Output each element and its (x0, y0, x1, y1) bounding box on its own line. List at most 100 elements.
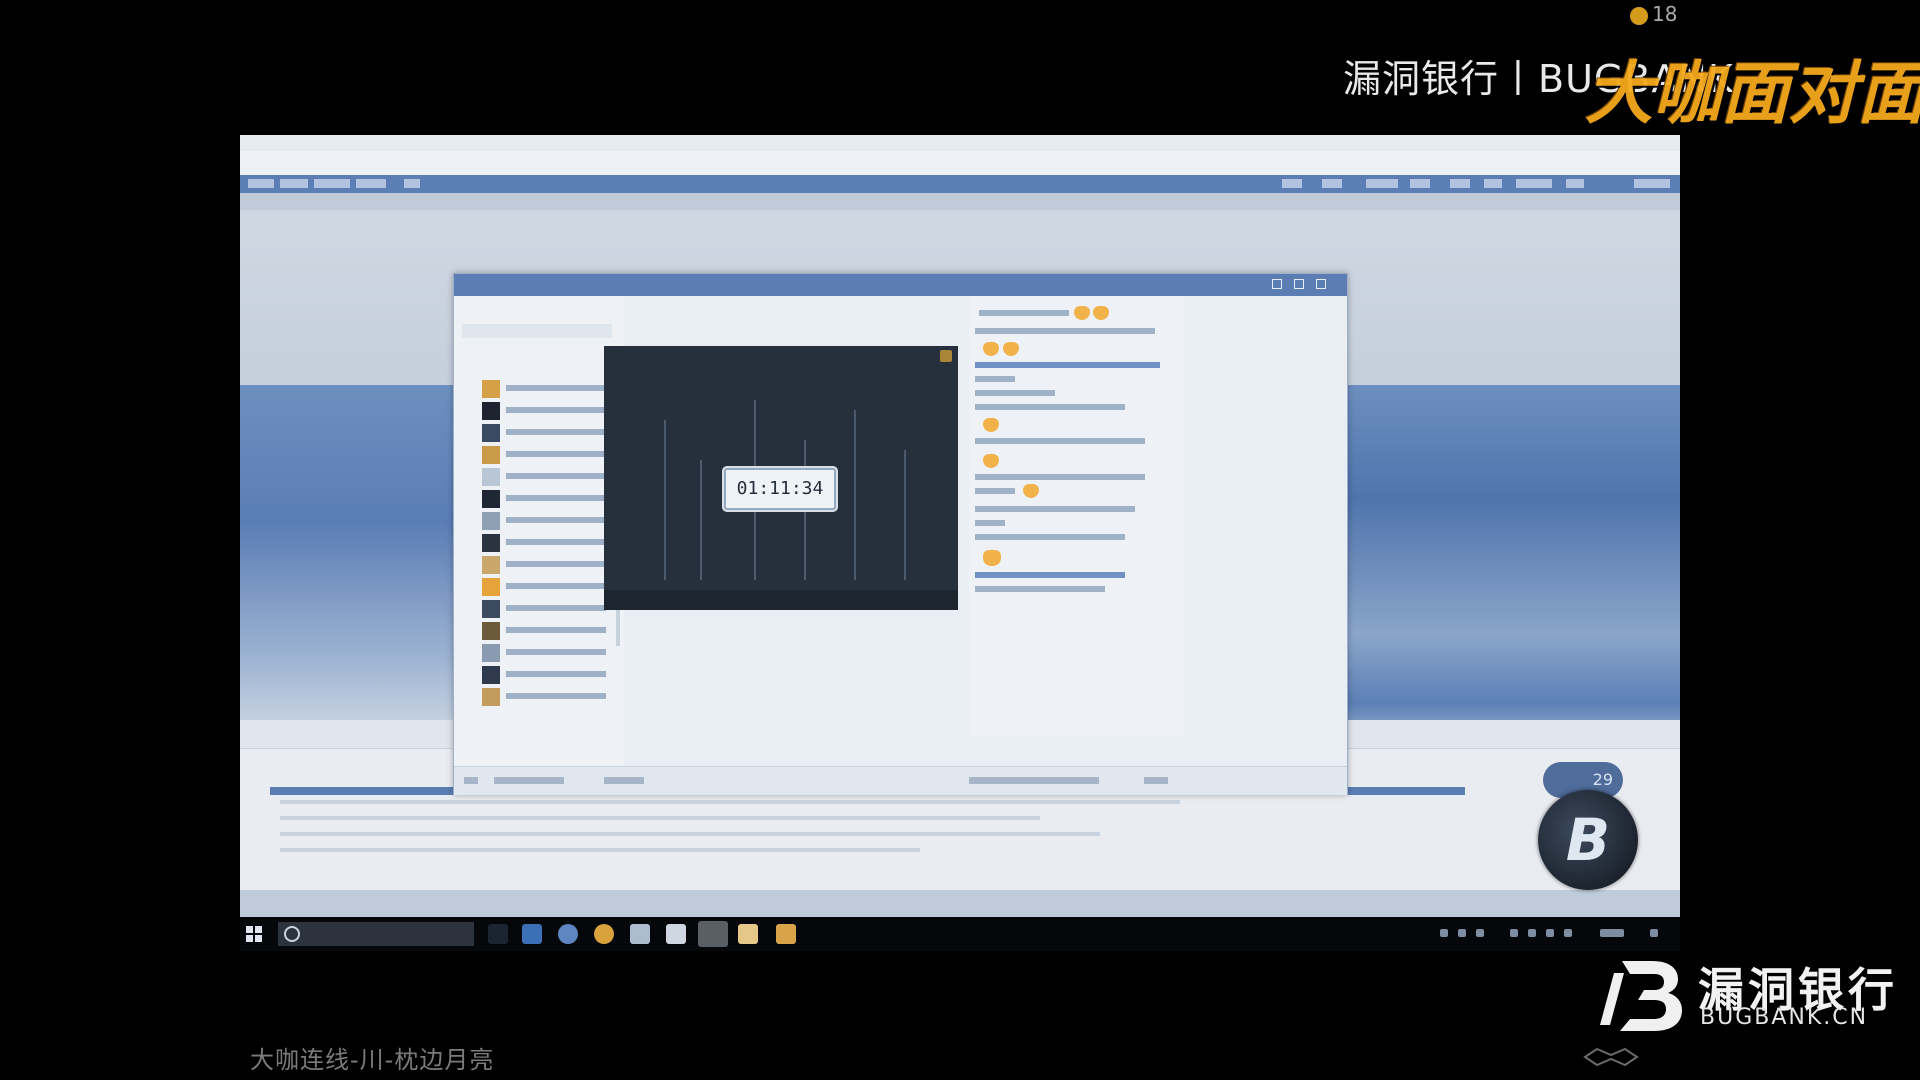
message-text (975, 506, 1135, 512)
folder-icon[interactable] (776, 924, 796, 944)
thumbs-up-icon (1003, 342, 1019, 356)
video-artifact (804, 440, 806, 580)
tray-icon[interactable] (1510, 929, 1518, 937)
member-item[interactable] (482, 488, 622, 510)
nav-item[interactable] (1634, 179, 1670, 188)
viewer-count: 18 (1652, 2, 1678, 26)
code-line (280, 848, 920, 852)
member-item[interactable] (482, 400, 622, 422)
chat-titlebar[interactable] (454, 274, 1347, 296)
video-artifact (854, 410, 856, 580)
message-text (975, 474, 1145, 480)
tray-icon[interactable] (1458, 929, 1466, 937)
message-text (975, 404, 1125, 410)
input-tool[interactable] (604, 777, 644, 784)
call-timer: 01:11:34 (724, 468, 836, 510)
input-tool[interactable] (494, 777, 564, 784)
tray-icon[interactable] (1528, 929, 1536, 937)
tray-icon[interactable] (1440, 929, 1448, 937)
video-control-bar[interactable] (604, 590, 958, 610)
nav-item[interactable] (1450, 179, 1470, 188)
chat-input-bar[interactable] (454, 766, 1347, 795)
nav-item[interactable] (1366, 179, 1398, 188)
browser-address-bar[interactable] (240, 151, 1680, 176)
nav-item[interactable] (1484, 179, 1502, 188)
member-item[interactable] (482, 686, 622, 708)
bugbank-logo-icon (1600, 961, 1682, 1031)
tray-icon[interactable] (1546, 929, 1554, 937)
member-item[interactable] (482, 510, 622, 532)
taskbar-search-box[interactable] (278, 922, 474, 946)
viewer-counter: 18 (1630, 2, 1690, 28)
notes-icon[interactable] (738, 924, 758, 944)
tray-icon[interactable] (1564, 929, 1572, 937)
message-text (975, 586, 1105, 592)
nav-item[interactable] (280, 179, 308, 188)
browser-nav-bar[interactable] (240, 175, 1680, 193)
message-text (979, 310, 1069, 316)
close-icon[interactable] (1316, 279, 1326, 289)
member-item[interactable] (482, 576, 622, 598)
send-button[interactable] (1144, 777, 1168, 784)
notification-icon[interactable] (1650, 929, 1658, 937)
nav-item[interactable] (404, 179, 420, 188)
nav-item[interactable] (1322, 179, 1342, 188)
member-item[interactable] (482, 620, 622, 642)
chat-input-field[interactable] (969, 777, 1099, 784)
code-line (280, 832, 1100, 836)
nav-item[interactable] (1410, 179, 1430, 188)
system-tray[interactable] (1440, 927, 1670, 941)
member-item[interactable] (482, 664, 622, 686)
member-list-panel[interactable] (454, 296, 624, 766)
tray-icon[interactable] (1476, 929, 1484, 937)
edge-icon[interactable] (522, 924, 542, 944)
member-item[interactable] (482, 422, 622, 444)
browser-tab-strip[interactable] (240, 135, 1680, 152)
member-item[interactable] (482, 532, 622, 554)
chat-message-log[interactable] (969, 296, 1184, 736)
member-item[interactable] (482, 378, 622, 400)
thumbs-up-icon (983, 454, 999, 468)
member-item[interactable] (482, 466, 622, 488)
video-corner-icon[interactable] (940, 350, 952, 362)
qq-icon[interactable] (698, 921, 728, 947)
windows-taskbar[interactable] (240, 917, 1680, 951)
browser-icon[interactable] (558, 924, 578, 944)
nav-item[interactable] (1282, 179, 1302, 188)
nav-item[interactable] (248, 179, 274, 188)
address-center (1110, 156, 1190, 168)
chrome-icon[interactable] (594, 924, 614, 944)
chat-window[interactable]: 01:11:34 (453, 273, 1348, 795)
screen-share-video[interactable]: 01:11:34 (604, 346, 958, 610)
thumbs-up-icon (1023, 484, 1039, 498)
message-link[interactable] (975, 572, 1125, 578)
nav-item[interactable] (356, 179, 386, 188)
member-item[interactable] (482, 444, 622, 466)
member-item[interactable] (482, 598, 622, 620)
nav-item[interactable] (1516, 179, 1552, 188)
maximize-icon[interactable] (1294, 279, 1304, 289)
member-item[interactable] (482, 642, 622, 664)
bugbank-url: BUGBANK.CN (1700, 1005, 1869, 1030)
clock[interactable] (1600, 929, 1624, 937)
stream-caption: 大咖连线-川-枕边月亮 (250, 1046, 495, 1074)
emblem-icon (1583, 1047, 1639, 1067)
message-text (975, 534, 1125, 540)
store-icon[interactable] (666, 924, 686, 944)
search-icon[interactable] (284, 926, 300, 942)
viewer-icon (1630, 6, 1648, 25)
desktop-screenshot: 01:11:34 29 B (240, 135, 1680, 917)
thumbs-up-icon (1074, 306, 1090, 320)
message-link[interactable] (975, 362, 1160, 368)
minimize-icon[interactable] (1272, 279, 1282, 289)
message-text (975, 520, 1005, 526)
windows-start-icon[interactable] (246, 926, 262, 942)
nav-item[interactable] (1566, 179, 1584, 188)
nav-item[interactable] (314, 179, 350, 188)
b3-avatar-badge[interactable]: B (1538, 790, 1638, 890)
member-search-input[interactable] (462, 324, 612, 338)
avatar[interactable] (464, 777, 478, 784)
member-item[interactable] (482, 554, 622, 576)
task-view-icon[interactable] (488, 924, 508, 944)
mail-icon[interactable] (630, 924, 650, 944)
